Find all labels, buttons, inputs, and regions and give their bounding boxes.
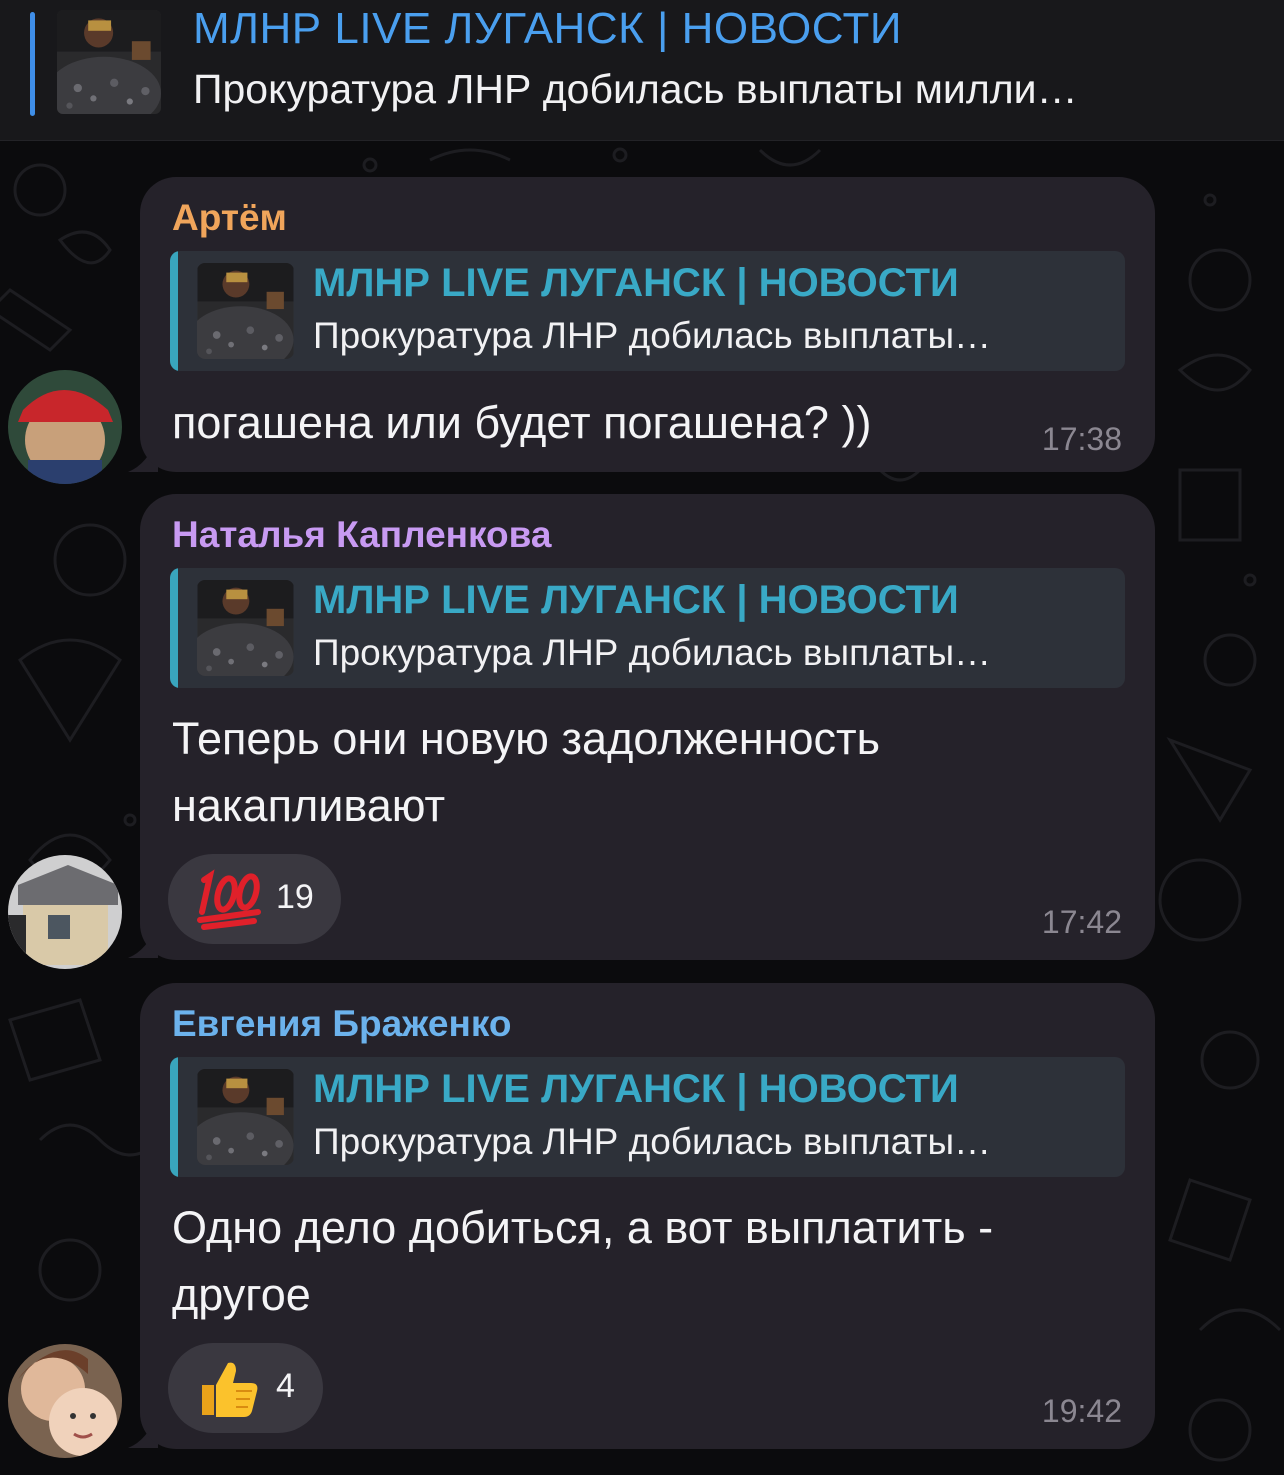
reply-thumbnail bbox=[197, 263, 294, 359]
hundred-points-emoji bbox=[197, 869, 261, 930]
pinned-channel-title: МЛНР LIVE ЛУГАНСК | НОВОСТИ bbox=[193, 4, 903, 53]
message-bubble[interactable]: Наталья Капленкова МЛНР LIVE ЛУГАНСК | Н… bbox=[140, 494, 1155, 960]
message-time: 17:42 bbox=[1041, 904, 1122, 940]
reaction-button[interactable]: 4 bbox=[168, 1343, 323, 1433]
reply-indicator bbox=[170, 1057, 178, 1177]
thumbs-up-emoji bbox=[202, 1362, 258, 1417]
message-bubble[interactable]: Евгения Браженко МЛНР LIVE ЛУГАНСК | НОВ… bbox=[140, 983, 1155, 1449]
message-bubble[interactable]: Артём МЛНР LIVE ЛУГАНСК | НОВОСТИ Прокур… bbox=[140, 177, 1155, 472]
reply-preview[interactable]: МЛНР LIVE ЛУГАНСК | НОВОСТИ Прокуратура … bbox=[170, 568, 1125, 688]
message-text: Одно дело добиться, а вот выплатить - др… bbox=[172, 1202, 994, 1320]
message-text: погашена или будет погашена? )) bbox=[172, 397, 872, 448]
pinned-text: Прокуратура ЛНР добилась выплаты милли… bbox=[193, 66, 1078, 112]
message-text: Теперь они новую задолженность накаплива… bbox=[172, 713, 881, 831]
reply-thumbnail bbox=[197, 580, 294, 676]
author-name[interactable]: Наталья Капленкова bbox=[172, 514, 552, 556]
reply-title: МЛНР LIVE ЛУГАНСК | НОВОСТИ bbox=[313, 261, 959, 305]
reaction-count: 4 bbox=[276, 1367, 295, 1405]
avatar-natalia[interactable] bbox=[8, 855, 122, 969]
reply-text: Прокуратура ЛНР добилась выплаты… bbox=[313, 315, 992, 356]
reaction-count: 19 bbox=[276, 878, 314, 916]
reply-preview[interactable]: МЛНР LIVE ЛУГАНСК | НОВОСТИ Прокуратура … bbox=[170, 1057, 1125, 1177]
message-time: 17:38 bbox=[1041, 421, 1122, 457]
reply-text: Прокуратура ЛНР добилась выплаты… bbox=[313, 1121, 992, 1162]
author-name[interactable]: Артём bbox=[172, 197, 287, 239]
reaction-button[interactable]: 19 bbox=[168, 854, 341, 944]
pinned-indicator bbox=[30, 12, 35, 116]
reply-title: МЛНР LIVE ЛУГАНСК | НОВОСТИ bbox=[313, 1067, 959, 1111]
avatar-evgenia[interactable] bbox=[8, 1344, 122, 1458]
pinned-message-bar[interactable]: МЛНР LIVE ЛУГАНСК | НОВОСТИ Прокуратура … bbox=[0, 0, 1284, 141]
reply-thumbnail bbox=[197, 1069, 294, 1165]
reply-text: Прокуратура ЛНР добилась выплаты… bbox=[313, 632, 992, 673]
avatar-artem[interactable] bbox=[8, 370, 122, 484]
reply-indicator bbox=[170, 251, 178, 371]
reply-preview[interactable]: МЛНР LIVE ЛУГАНСК | НОВОСТИ Прокуратура … bbox=[170, 251, 1125, 371]
pinned-thumbnail bbox=[57, 10, 161, 114]
message-time: 19:42 bbox=[1041, 1393, 1122, 1429]
reply-title: МЛНР LIVE ЛУГАНСК | НОВОСТИ bbox=[313, 578, 959, 622]
author-name[interactable]: Евгения Браженко bbox=[172, 1003, 511, 1045]
reply-indicator bbox=[170, 568, 178, 688]
